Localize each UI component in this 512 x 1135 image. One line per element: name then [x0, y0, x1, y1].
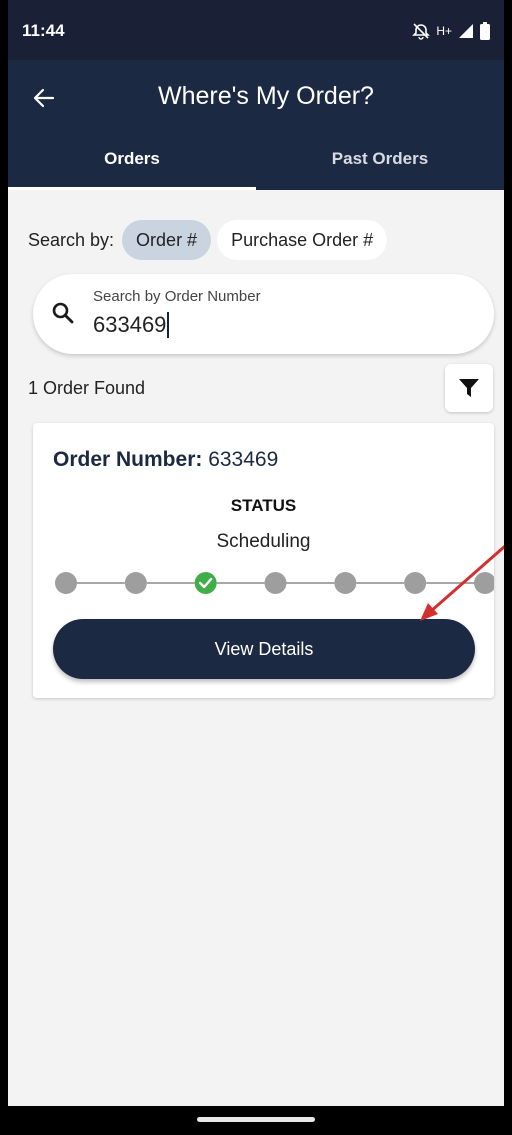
app-screen: 11:44 H+ Where's My Order? Orders Past O…	[8, 0, 504, 1106]
order-number-value: 633469	[208, 448, 279, 471]
order-number: Order Number: 633469	[53, 448, 278, 472]
signal-icon	[458, 23, 474, 39]
network-type: H+	[436, 24, 452, 38]
search-by-row: Search by: Order # Purchase Order #	[28, 220, 388, 260]
progress-step-current	[194, 572, 217, 594]
progress-step	[124, 572, 147, 594]
status-bar: 11:44 H+	[8, 0, 504, 60]
search-field-label: Search by Order Number	[93, 288, 261, 305]
search-field-value: 633469	[93, 312, 167, 337]
progress-step	[474, 572, 494, 594]
chip-order-number[interactable]: Order #	[122, 220, 212, 260]
status-icons: H+	[412, 22, 490, 40]
status-time: 11:44	[22, 21, 65, 40]
progress-step	[264, 572, 287, 594]
page-title: Where's My Order?	[158, 82, 374, 110]
status-value: Scheduling	[216, 531, 311, 552]
search-icon	[51, 301, 75, 330]
search-field-value-wrap: 633469	[93, 312, 170, 338]
status-heading: STATUS	[230, 496, 297, 515]
app-bar: Where's My Order? Orders Past Orders	[8, 60, 504, 190]
system-nav-bar	[0, 1106, 512, 1135]
progress-step	[55, 572, 77, 594]
order-number-label: Order Number:	[53, 448, 203, 471]
home-indicator[interactable]	[197, 1117, 315, 1122]
chip-purchase-order-number[interactable]: Purchase Order #	[217, 220, 388, 260]
tab-bar: Orders Past Orders	[8, 140, 504, 190]
results-count: 1 Order Found	[28, 378, 146, 398]
progress-step	[404, 572, 427, 594]
order-progress-tracker	[55, 572, 494, 594]
order-card: Order Number: 633469 STATUS Scheduling V…	[33, 423, 494, 698]
battery-icon	[480, 22, 490, 40]
tab-orders[interactable]: Orders	[8, 140, 256, 190]
progress-step	[334, 572, 357, 594]
search-by-label: Search by:	[28, 229, 115, 250]
view-details-button[interactable]: View Details	[53, 619, 475, 679]
tab-past-orders[interactable]: Past Orders	[256, 140, 504, 190]
search-input[interactable]: Search by Order Number 633469	[33, 274, 494, 354]
text-caret	[167, 312, 170, 338]
filter-button[interactable]	[445, 364, 493, 412]
filter-icon	[459, 379, 479, 397]
alarm-off-icon	[412, 22, 431, 40]
